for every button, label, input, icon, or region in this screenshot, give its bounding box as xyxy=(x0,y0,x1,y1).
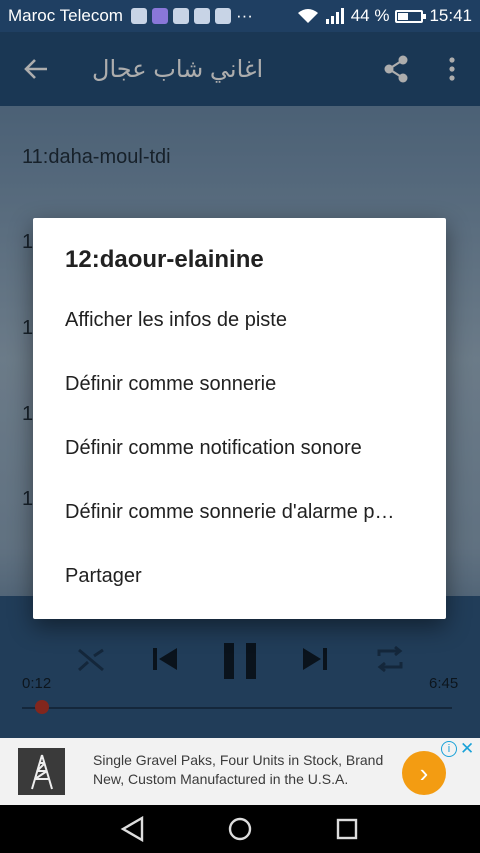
set-as-alarm-item[interactable]: Définir comme sonnerie d'alarme p… xyxy=(33,480,446,544)
clock: 15:41 xyxy=(429,6,472,25)
gallery-notification-icon xyxy=(130,8,147,24)
menu-item-label: Définir comme sonnerie xyxy=(65,372,277,395)
menu-item-label: Définir comme notification sonore xyxy=(65,436,362,459)
app-notification-icon xyxy=(151,8,168,24)
dialog-title: 12:daour-elainine xyxy=(65,246,264,273)
image-notification-icon xyxy=(172,8,189,24)
set-as-ringtone-item[interactable]: Définir comme sonnerie xyxy=(33,352,446,416)
circle-home-icon xyxy=(228,817,252,841)
ad-banner[interactable]: Single Gravel Paks, Four Units in Stock,… xyxy=(0,738,480,805)
share-item[interactable]: Partager xyxy=(33,544,446,608)
triangle-back-icon xyxy=(120,816,144,842)
ad-open-button[interactable]: › xyxy=(402,751,446,795)
navigation-bar xyxy=(0,805,480,853)
battery-level xyxy=(398,12,409,20)
battery-icon xyxy=(395,9,427,23)
signal-icon xyxy=(325,8,344,24)
track-options-dialog: 12:daour-elainine Afficher les infos de … xyxy=(33,218,446,619)
status-bar: Maroc Telecom ··· 44 % 15:41 xyxy=(0,0,480,32)
wifi-icon xyxy=(297,9,318,23)
nav-recents-button[interactable] xyxy=(331,813,363,845)
set-as-notification-item[interactable]: Définir comme notification sonore xyxy=(33,416,446,480)
oil-rig-icon xyxy=(30,754,53,789)
menu-item-label: Définir comme sonnerie d'alarme p… xyxy=(65,500,395,523)
more-notifications-icon: ··· xyxy=(235,6,253,25)
ad-close-icon[interactable]: ✕ xyxy=(460,739,474,759)
menu-item-label: Partager xyxy=(65,564,142,587)
ad-info-icon[interactable]: i xyxy=(441,741,457,757)
battery-percent: 44 % xyxy=(350,6,390,25)
chevron-right-icon: › xyxy=(419,757,429,788)
show-track-info-item[interactable]: Afficher les infos de piste xyxy=(33,288,446,352)
ad-text[interactable]: Single Gravel Paks, Four Units in Stock,… xyxy=(93,751,393,789)
viber-notification-icon xyxy=(214,8,231,24)
nav-back-button[interactable] xyxy=(117,813,149,845)
ad-logo xyxy=(18,748,65,795)
menu-item-label: Afficher les infos de piste xyxy=(65,308,287,331)
notification-icons: ··· xyxy=(130,6,253,26)
carrier-name: Maroc Telecom xyxy=(8,6,123,25)
square-recents-icon xyxy=(336,818,358,840)
image-notification-icon-2 xyxy=(193,8,210,24)
nav-home-button[interactable] xyxy=(224,813,256,845)
